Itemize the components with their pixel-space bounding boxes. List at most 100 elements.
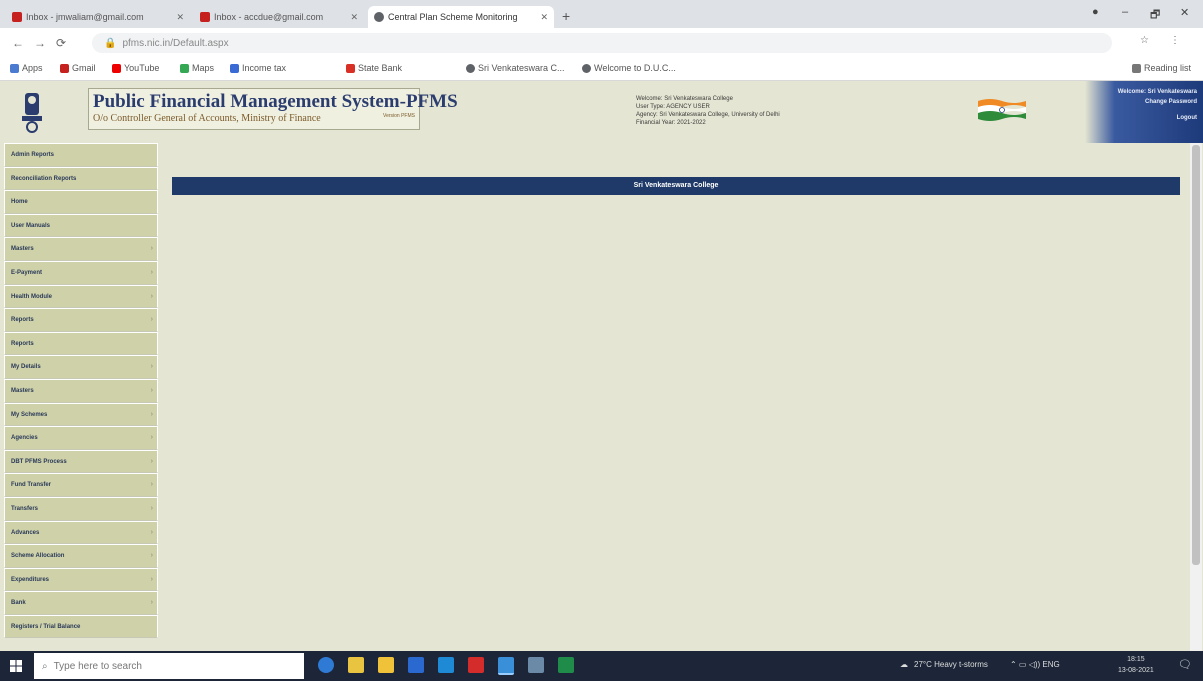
- close-icon[interactable]: ✕: [176, 12, 184, 23]
- search-placeholder: Type here to search: [53, 660, 142, 672]
- sidebar-item-label: My Schemes: [11, 411, 48, 418]
- sidebar-item[interactable]: Advances ›: [4, 520, 158, 545]
- sidebar-item[interactable]: User Manuals: [4, 213, 158, 238]
- close-icon[interactable]: ✕: [350, 12, 358, 23]
- bookmark-youtube[interactable]: YouTube: [112, 63, 159, 73]
- url-input[interactable]: 🔒 pfms.nic.in/Default.aspx: [92, 33, 1112, 53]
- url-text: pfms.nic.in/Default.aspx: [122, 37, 229, 49]
- edge-icon[interactable]: [438, 657, 454, 673]
- gmail-icon: [12, 12, 22, 22]
- sidebar-item[interactable]: Reports ›: [4, 308, 158, 332]
- sidebar-item[interactable]: Registers / Trial Balance: [4, 614, 158, 639]
- page-scrollbar[interactable]: [1190, 143, 1202, 651]
- sidebar-item[interactable]: E-Payment ›: [4, 260, 158, 285]
- sidebar-item[interactable]: Agencies ›: [4, 426, 158, 450]
- account-panel: Welcome: Sri Venkateswara Change Passwor…: [1085, 81, 1203, 143]
- tab-label: Central Plan Scheme Monitoring: [388, 12, 518, 22]
- sidebar-item[interactable]: Masters ›: [4, 237, 158, 261]
- chevron-right-icon: ›: [150, 504, 153, 512]
- new-tab-button[interactable]: +: [562, 8, 570, 24]
- system-tray-icons[interactable]: ⌃ ▭ ◁)) ENG: [1010, 660, 1060, 669]
- logout-link[interactable]: Logout: [1177, 115, 1197, 121]
- bookmark-maps[interactable]: Maps: [180, 63, 214, 73]
- bookmark-gmail[interactable]: Gmail: [60, 63, 96, 73]
- profile-icon[interactable]: ●: [1092, 6, 1099, 18]
- bookmark-svc[interactable]: Sri Venkateswara C...: [466, 63, 565, 73]
- sidebar-item[interactable]: Home: [4, 190, 158, 214]
- chevron-right-icon: ›: [150, 434, 153, 442]
- maximize-button[interactable]: 🗗: [1150, 6, 1160, 25]
- sidebar-item[interactable]: Masters ›: [4, 378, 158, 403]
- globe-icon: [582, 63, 591, 73]
- reading-list[interactable]: Reading list: [1132, 63, 1191, 73]
- bookmark-income-tax[interactable]: Income tax: [230, 63, 286, 73]
- bookmark-sbi[interactable]: State Bank: [346, 63, 402, 73]
- chrome-icon[interactable]: [498, 657, 514, 675]
- back-button[interactable]: ←: [12, 36, 24, 50]
- notification-icon[interactable]: 🗨: [1178, 658, 1192, 671]
- sidebar-item[interactable]: My Details ›: [4, 355, 158, 379]
- sidebar-item-label: Home: [11, 199, 28, 206]
- taskbar: ⌕ Type here to search ☁ 27°C Heavy t-sto…: [0, 651, 1203, 681]
- minimize-button[interactable]: –: [1122, 6, 1128, 18]
- star-icon[interactable]: ☆: [1140, 35, 1149, 46]
- sidebar-item-label: Reports: [11, 317, 34, 324]
- chevron-right-icon: ›: [150, 386, 153, 394]
- reload-button[interactable]: ⟳: [56, 36, 66, 50]
- close-icon[interactable]: ✕: [540, 12, 548, 23]
- sidebar-item[interactable]: Reconciliation Reports: [4, 166, 158, 191]
- bookmark-apps[interactable]: Apps: [10, 63, 43, 73]
- sidebar-item[interactable]: Fund Transfer ›: [4, 473, 158, 497]
- pdf-icon[interactable]: [468, 657, 484, 673]
- mail-icon[interactable]: [408, 657, 424, 673]
- sidebar-item[interactable]: DBT PFMS Process ›: [4, 449, 158, 474]
- sidebar-item[interactable]: Transfers ›: [4, 496, 158, 521]
- clock-date: 13-08-2021: [1118, 667, 1154, 674]
- browser-tab-active[interactable]: Central Plan Scheme Monitoring ✕: [368, 6, 554, 28]
- apps-icon: [10, 63, 19, 73]
- windows-start-icon[interactable]: [10, 660, 22, 672]
- pfms-logo[interactable]: Public Financial Management System-PFMS …: [88, 88, 458, 130]
- bookmark-label: Maps: [192, 63, 215, 73]
- globe-icon: [466, 63, 475, 73]
- photos-icon[interactable]: [528, 657, 544, 673]
- bookmark-label: Gmail: [72, 63, 96, 73]
- sidebar-item[interactable]: My Schemes ›: [4, 402, 158, 427]
- sidebar-item-label: My Details: [11, 364, 41, 371]
- scrollbar-thumb[interactable]: [1192, 145, 1200, 565]
- bookmark-icon: [230, 63, 239, 73]
- forward-button[interactable]: →: [34, 36, 46, 50]
- sidebar-item[interactable]: Bank ›: [4, 591, 158, 615]
- sidebar-item-label: Health Module: [11, 293, 53, 300]
- college-banner: Sri Venkateswara College: [172, 177, 1180, 195]
- change-password-link[interactable]: Change Password: [1145, 99, 1197, 105]
- browser-tab-1[interactable]: Inbox - jmwaliam@gmail.com ✕: [6, 6, 190, 28]
- sidebar-item[interactable]: Health Module ›: [4, 284, 158, 309]
- sidebar-item[interactable]: Reports: [4, 331, 158, 356]
- lock-icon: 🔒: [104, 37, 117, 49]
- sidebar-item[interactable]: Expenditures ›: [4, 567, 158, 592]
- sidebar-item-label: Expenditures: [11, 576, 50, 583]
- sidebar-item-label: Advances: [11, 529, 40, 536]
- clock[interactable]: 18:15 13-08-2021: [1118, 654, 1154, 676]
- bookmark-du[interactable]: Welcome to D.U.C...: [582, 63, 676, 73]
- weather-text[interactable]: 27°C Heavy t-storms: [914, 660, 988, 669]
- weather-icon[interactable]: ☁: [900, 660, 908, 669]
- cortana-icon[interactable]: [318, 657, 334, 673]
- taskbar-search-input[interactable]: ⌕ Type here to search: [34, 653, 304, 679]
- excel-icon[interactable]: [558, 657, 574, 673]
- sidebar-item[interactable]: Admin Reports: [4, 143, 158, 167]
- user-info-line: Agency: Sri Venkateswara College, Univer…: [636, 112, 780, 118]
- menu-icon[interactable]: ⋮: [1170, 35, 1180, 46]
- store-icon[interactable]: [348, 657, 364, 673]
- close-window-button[interactable]: ✕: [1180, 6, 1189, 19]
- chevron-right-icon: ›: [150, 410, 153, 418]
- sidebar-item[interactable]: Scheme Allocation ›: [4, 544, 158, 568]
- browser-tab-2[interactable]: Inbox - accdue@gmail.com ✕: [194, 6, 364, 28]
- sidebar-item-label: Masters: [11, 387, 34, 394]
- youtube-icon: [112, 63, 121, 73]
- reading-list-icon: [1132, 63, 1141, 73]
- sidebar-menu: Admin Reports Reconciliation Reports Home U…: [4, 143, 158, 651]
- file-explorer-icon[interactable]: [378, 657, 394, 673]
- chevron-right-icon: ›: [150, 575, 153, 583]
